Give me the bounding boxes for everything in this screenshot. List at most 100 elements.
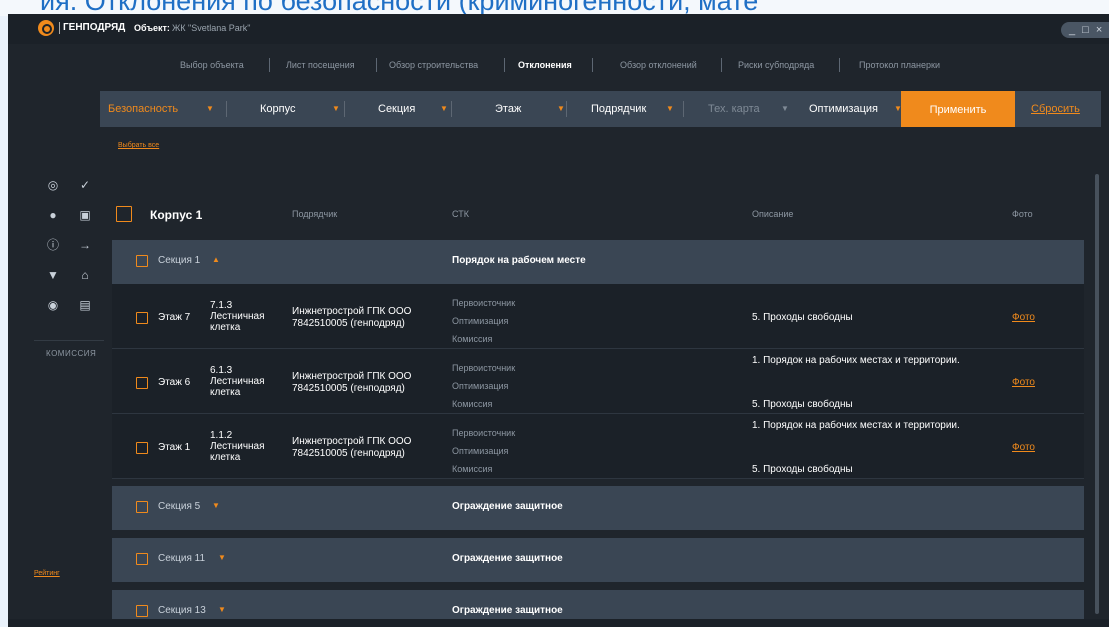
description-item: 5. Проходы свободны	[752, 399, 853, 410]
section-checkbox[interactable]	[136, 501, 148, 513]
titlebar: ГЕНПОДРЯД Объект: ЖК "Svetlana Park" _ □…	[8, 14, 1109, 44]
filter-floor[interactable]: Этаж ▼	[495, 91, 565, 127]
location-cell: 1.1.2 Лестничная клетка	[210, 430, 280, 463]
location-name: Лестничная клетка	[210, 311, 265, 333]
stk-cell: Первоисточник Оптимизация Комиссия	[452, 294, 515, 348]
filter-divider	[566, 101, 567, 117]
location-code: 6.1.3	[210, 365, 233, 376]
contractor-inn: 7842510005 (генподряд)	[292, 318, 405, 329]
home-check-icon[interactable]: ⌂	[78, 268, 92, 282]
brand-divider	[59, 22, 60, 34]
table-row: Этаж 7 7.1.3 Лестничная клетка Инжнетрост…	[112, 284, 1084, 349]
contractor-inn: 7842510005 (генподряд)	[292, 448, 405, 459]
photo-link[interactable]: Фото	[1012, 442, 1035, 453]
floor-label: Этаж 7	[158, 312, 191, 323]
calendar-icon[interactable]: ▤	[78, 298, 92, 312]
tab-deviations-overview[interactable]: Обзор отклонений	[620, 60, 697, 70]
location-cell: 7.1.3 Лестничная клетка	[210, 300, 280, 333]
row-checkbox[interactable]	[136, 442, 148, 454]
chevron-down-icon[interactable]: ▼	[218, 553, 226, 562]
chevron-down-icon: ▼	[557, 104, 565, 113]
calendar-plus-icon[interactable]: ▣	[78, 208, 92, 222]
thumb-down-icon[interactable]: ▼	[46, 268, 60, 282]
photo-link[interactable]: Фото	[1012, 377, 1035, 388]
filter-label: Секция	[378, 103, 416, 115]
column-photo: Фото	[1012, 209, 1033, 219]
rating-link[interactable]: Рейтинг	[34, 570, 60, 577]
section-row[interactable]: Секция 5 ▼ Ограждение защитное	[112, 486, 1084, 530]
left-sidebar: ◎ ✓ ● ▣ ⓘ → ▼ ⌂ ◉ ▤ КОМИССИЯ	[34, 174, 104, 364]
description-item: 1. Порядок на рабочих местах и территори…	[752, 355, 960, 366]
stk-optimization: Оптимизация	[452, 316, 509, 326]
tab-subcontract-risks[interactable]: Риски субподряда	[738, 60, 814, 70]
app-window: ГЕНПОДРЯД Объект: ЖК "Svetlana Park" _ □…	[8, 14, 1109, 627]
info-icon[interactable]: ⓘ	[46, 238, 60, 252]
section-checkbox[interactable]	[136, 605, 148, 617]
filter-safety[interactable]: Безопасность ▼	[108, 91, 214, 127]
section-description: Ограждение защитное	[452, 501, 563, 512]
chevron-down-icon: ▼	[666, 104, 674, 113]
row-checkbox[interactable]	[136, 377, 148, 389]
header-checkbox[interactable]	[116, 206, 132, 222]
object-value[interactable]: ЖК "Svetlana Park"	[172, 23, 250, 33]
eye-off-icon[interactable]: ◎	[46, 178, 60, 192]
building-title: Корпус 1	[150, 208, 203, 222]
contractor-inn: 7842510005 (генподряд)	[292, 383, 405, 394]
nav-divider	[592, 58, 593, 72]
nav-divider	[504, 58, 505, 72]
nav-divider	[269, 58, 270, 72]
clock-icon[interactable]: ●	[46, 208, 60, 222]
stk-commission: Комиссия	[452, 464, 493, 474]
stk-source: Первоисточник	[452, 363, 516, 373]
filter-building[interactable]: Корпус ▼	[260, 91, 340, 127]
tab-meeting-protocol[interactable]: Протокол планерки	[859, 60, 940, 70]
tab-object-select[interactable]: Выбор объекта	[180, 60, 244, 70]
reset-link[interactable]: Сбросить	[1031, 91, 1080, 127]
object-label: Объект:	[134, 23, 170, 33]
section-row[interactable]: Секция 11 ▼ Ограждение защитное	[112, 538, 1084, 582]
location-cell: 6.1.3 Лестничная клетка	[210, 365, 280, 398]
section-row[interactable]: Секция 13 ▼ Ограждение защитное	[112, 590, 1084, 619]
record-icon[interactable]: ◉	[46, 298, 60, 312]
check-icon[interactable]: ✓	[78, 178, 92, 192]
chevron-down-icon[interactable]: ▼	[218, 605, 226, 614]
chevron-down-icon: ▼	[781, 104, 789, 113]
location-code: 1.1.2	[210, 430, 233, 441]
commission-label[interactable]: КОМИССИЯ	[46, 349, 96, 358]
nav-divider	[376, 58, 377, 72]
filter-label: Оптимизация	[809, 103, 878, 115]
tab-construction-overview[interactable]: Обзор строительства	[389, 60, 478, 70]
table-header: Корпус 1 Подрядчик СТК Описание Фото	[112, 182, 1084, 232]
section-row[interactable]: Секция 1 ▲ Порядок на рабочем месте	[112, 240, 1084, 284]
chevron-down-icon: ▼	[206, 104, 214, 113]
filter-section[interactable]: Секция ▼	[378, 91, 448, 127]
brand-name: ГЕНПОДРЯД	[63, 22, 126, 33]
filter-optimization[interactable]: Оптимизация ▼	[809, 91, 902, 127]
description-item: 5. Проходы свободны	[752, 464, 853, 475]
filter-label: Безопасность	[108, 103, 179, 115]
row-checkbox[interactable]	[136, 312, 148, 324]
bottom-bar	[8, 619, 1109, 627]
tab-visit-list[interactable]: Лист посещения	[286, 60, 355, 70]
filter-tech-card[interactable]: Тех. карта ▼	[708, 91, 789, 127]
filter-divider	[451, 101, 452, 117]
stk-commission: Комиссия	[452, 399, 493, 409]
select-all-link[interactable]: Выбрать все	[118, 142, 159, 149]
filter-label: Корпус	[260, 103, 296, 115]
chevron-down-icon[interactable]: ▼	[212, 501, 220, 510]
arrow-right-icon[interactable]: →	[78, 238, 92, 252]
column-description: Описание	[752, 209, 794, 219]
apply-button[interactable]: Применить	[901, 91, 1015, 127]
section-name: Секция 1	[158, 255, 201, 266]
chevron-down-icon: ▼	[440, 104, 448, 113]
window-controls[interactable]: _ □ ×	[1061, 22, 1109, 38]
photo-link[interactable]: Фото	[1012, 312, 1035, 323]
stk-source: Первоисточник	[452, 298, 516, 308]
tab-deviations[interactable]: Отклонения	[518, 60, 572, 70]
contractor-name: Инжнетрострой ГПК ООО	[292, 436, 412, 447]
chevron-up-icon[interactable]: ▲	[212, 255, 220, 264]
section-checkbox[interactable]	[136, 553, 148, 565]
scrollbar[interactable]	[1095, 174, 1099, 614]
filter-contractor[interactable]: Подрядчик ▼	[591, 91, 674, 127]
section-checkbox[interactable]	[136, 255, 148, 267]
